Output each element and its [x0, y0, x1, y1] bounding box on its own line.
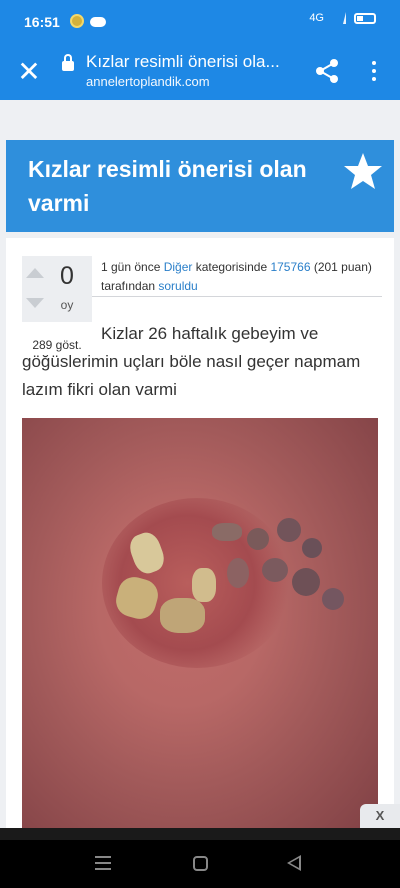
browser-toolbar: ✕ Kızlar resimli önerisi ola... annelert… [0, 44, 400, 100]
meta-divider [92, 296, 382, 297]
page-title-bar[interactable]: Kızlar resimli önerisi ola... [86, 52, 292, 72]
vote-down-icon[interactable] [26, 298, 44, 308]
nav-back-icon[interactable] [287, 855, 301, 871]
vote-box: 0 oy [22, 256, 92, 322]
vote-unit-label: oy [60, 298, 74, 312]
vote-up-icon[interactable] [26, 268, 44, 278]
asked-link[interactable]: soruldu [158, 279, 197, 293]
status-system-icons: 4G [309, 12, 376, 24]
question-meta: 1 gün önce Diğer kategorisinde 175766 (2… [101, 258, 381, 296]
meta-time: 1 gün önce [101, 260, 164, 274]
share-icon[interactable] [312, 56, 342, 86]
more-vert-icon[interactable] [364, 56, 384, 86]
page-content: Kızlar resimli önerisi olan varmi 0 oy 2… [0, 100, 400, 828]
vote-count: 0 [60, 262, 74, 290]
battery-icon [354, 12, 376, 24]
category-link[interactable]: Diğer [164, 260, 193, 274]
meta-category-suffix: kategorisinde [192, 260, 271, 274]
ad-close-button[interactable]: X [360, 804, 400, 828]
question-title: Kızlar resimli önerisi olan varmi [28, 156, 307, 216]
nav-menu-icon[interactable] [95, 856, 111, 870]
star-icon[interactable] [342, 150, 384, 192]
question-title-banner: Kızlar resimli önerisi olan varmi [6, 140, 394, 232]
status-notification-icons [70, 14, 106, 28]
user-link[interactable]: 175766 [270, 260, 310, 274]
nav-home-icon[interactable] [193, 856, 208, 871]
close-tab-button[interactable]: ✕ [14, 54, 44, 90]
status-bar: 16:51 4G [0, 0, 400, 44]
status-time: 16:51 [24, 14, 60, 30]
cloud-icon [90, 17, 106, 27]
question-body: Kizlar 26 haftalık gebeyim ve göğüslerim… [22, 324, 361, 399]
url-label[interactable]: annelertoplandik.com [86, 74, 210, 89]
system-nav-bar [0, 828, 400, 888]
close-icon: ✕ [17, 56, 41, 87]
signal-icon [332, 12, 346, 24]
lock-icon [62, 54, 74, 71]
question-card: 0 oy 289 göst. 1 gün önce Diğer kategori… [6, 238, 394, 828]
question-photo[interactable] [22, 418, 378, 828]
network-type-label: 4G [309, 12, 324, 24]
nav-strip [0, 828, 400, 840]
notification-app-icon [70, 14, 84, 28]
